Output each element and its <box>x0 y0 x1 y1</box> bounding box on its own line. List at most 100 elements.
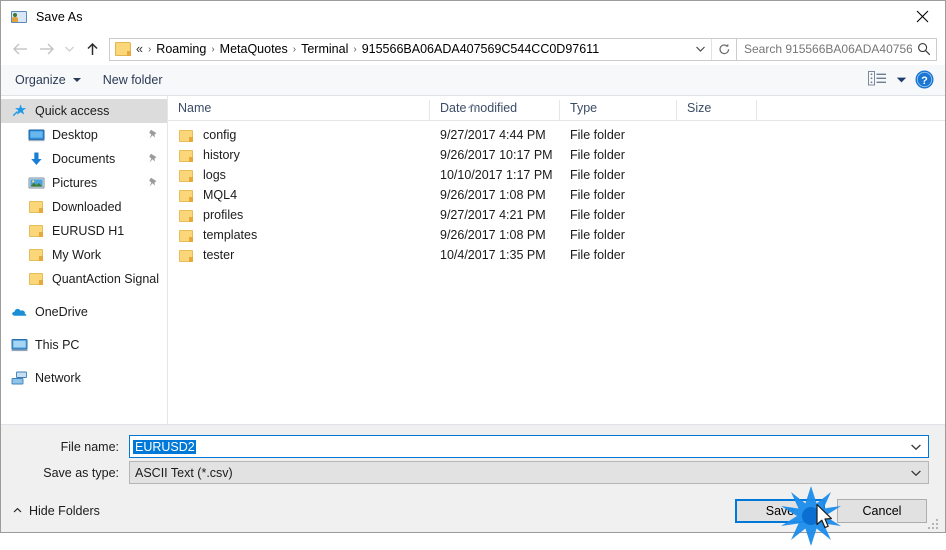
sidebar-item-label: This PC <box>35 338 80 352</box>
table-row[interactable]: tester 10/4/2017 1:35 PM File folder <box>168 245 945 265</box>
file-name-text: history <box>203 148 240 162</box>
file-name-cell: MQL4 <box>168 188 430 202</box>
file-name-chevron-down-icon[interactable] <box>904 443 928 451</box>
file-type-cell: File folder <box>570 188 625 202</box>
search-box[interactable]: Search 915566BA06ADA40756... <box>737 37 937 61</box>
file-type-cell: File folder <box>570 248 625 262</box>
folder-icon <box>178 148 194 162</box>
file-name-text: templates <box>203 228 258 242</box>
breadcrumb-item-roaming[interactable]: Roaming <box>153 42 209 56</box>
chevron-up-icon <box>13 507 22 514</box>
breadcrumb-overflow[interactable]: « <box>134 42 146 56</box>
file-name-cell: tester <box>168 248 430 262</box>
sidebar-item-label: EURUSD H1 <box>52 224 125 238</box>
file-name-cell: logs <box>168 168 430 182</box>
file-name-cell: history <box>168 148 430 162</box>
file-date-cell: 9/26/2017 1:08 PM <box>440 188 546 202</box>
save-button[interactable]: Save <box>735 498 825 523</box>
save-as-icon <box>11 9 27 25</box>
breadcrumb: « › Roaming › MetaQuotes › Terminal › 91… <box>134 42 689 56</box>
navigation-bar: « › Roaming › MetaQuotes › Terminal › 91… <box>1 33 945 65</box>
cancel-button[interactable]: Cancel <box>837 498 927 523</box>
folder-icon <box>178 228 194 242</box>
sidebar-item-my-work[interactable]: My Work <box>1 243 167 267</box>
sidebar-item-quantaction-signal[interactable]: QuantAction Signal <box>1 267 167 291</box>
save-as-type-select[interactable]: ASCII Text (*.csv) <box>129 461 929 484</box>
new-folder-button[interactable]: New folder <box>103 73 163 87</box>
sidebar-item-documents[interactable]: Documents <box>1 147 167 171</box>
table-row[interactable]: MQL4 9/26/2017 1:08 PM File folder <box>168 185 945 205</box>
hide-folders-button[interactable]: Hide Folders <box>13 504 100 518</box>
search-input[interactable]: Search 915566BA06ADA40756... <box>737 42 912 56</box>
table-row[interactable]: templates 9/26/2017 1:08 PM File folder <box>168 225 945 245</box>
folder-icon <box>178 208 194 222</box>
save-form: File name: EURUSD2 Save as type: ASCII T… <box>1 425 945 489</box>
file-date-cell: 9/27/2017 4:21 PM <box>440 208 546 222</box>
sidebar-item-onedrive[interactable]: OneDrive <box>1 300 167 324</box>
sidebar-item-eurusd-h1[interactable]: EURUSD H1 <box>1 219 167 243</box>
breadcrumb-separator: › <box>147 43 152 55</box>
breadcrumb-item-terminal-id[interactable]: 915566BA06ADA407569C544CC0D97611 <box>359 42 602 56</box>
table-row[interactable]: history 9/26/2017 10:17 PM File folder <box>168 145 945 165</box>
column-header-type[interactable]: Type <box>560 100 677 120</box>
title-bar: Save As <box>1 1 945 33</box>
recent-locations-chevron-down-icon[interactable] <box>59 36 79 62</box>
breadcrumb-item-metaquotes[interactable]: MetaQuotes <box>217 42 291 56</box>
file-name-input[interactable]: EURUSD2 <box>129 435 929 458</box>
resize-grip-icon[interactable] <box>928 516 941 529</box>
help-icon[interactable]: ? <box>915 70 935 90</box>
close-icon[interactable] <box>899 1 945 32</box>
file-date-cell: 9/26/2017 10:17 PM <box>440 148 553 162</box>
file-name-text: MQL4 <box>203 188 238 202</box>
save-as-type-chevron-down-icon[interactable] <box>904 469 928 477</box>
file-name-text: tester <box>203 248 235 262</box>
sidebar-item-label: Documents <box>52 152 116 166</box>
file-date-cell: 9/26/2017 1:08 PM <box>440 228 546 242</box>
folder-icon <box>178 188 194 202</box>
sidebar-item-quick-access[interactable]: Quick access <box>1 99 167 123</box>
sidebar-item-label: Desktop <box>52 128 98 142</box>
refresh-icon[interactable] <box>711 38 736 60</box>
save-as-type-row: Save as type: ASCII Text (*.csv) <box>17 461 929 484</box>
sidebar-item-network[interactable]: Network <box>1 366 167 390</box>
view-list-icon <box>868 71 887 89</box>
pin-icon <box>148 177 158 191</box>
column-headers: Name Date modified Type Size <box>168 96 945 121</box>
file-name-row: File name: EURUSD2 <box>17 435 929 458</box>
sidebar-item-this-pc[interactable]: This PC <box>1 333 167 357</box>
address-chevron-down-icon[interactable] <box>689 39 711 60</box>
hide-folders-label: Hide Folders <box>29 503 100 518</box>
file-name-value: EURUSD2 <box>133 439 196 454</box>
search-icon <box>912 42 936 56</box>
breadcrumb-separator: › <box>353 43 357 55</box>
dialog-body: Quick access Desktop Documents Pictures … <box>1 96 945 425</box>
sidebar-item-downloaded[interactable]: Downloaded <box>1 195 167 219</box>
file-date-cell: 9/27/2017 4:44 PM <box>440 128 546 142</box>
sidebar-item-pictures[interactable]: Pictures <box>1 171 167 195</box>
forward-arrow-icon[interactable] <box>33 36 59 62</box>
sidebar-item-label: Network <box>35 371 81 385</box>
sidebar-item-desktop[interactable]: Desktop <box>1 123 167 147</box>
sidebar-item-label: Pictures <box>52 176 98 190</box>
sidebar-item-label: Downloaded <box>52 200 122 214</box>
table-row[interactable]: config 9/27/2017 4:44 PM File folder <box>168 125 945 145</box>
change-view-button[interactable] <box>868 71 907 89</box>
sidebar-item-label: Quick access <box>35 104 110 118</box>
breadcrumb-item-terminal[interactable]: Terminal <box>298 42 351 56</box>
file-list-pane: Name Date modified Type Size config 9/27… <box>168 96 945 424</box>
svg-text:?: ? <box>921 75 928 87</box>
up-arrow-icon[interactable] <box>79 36 105 62</box>
organize-label: Organize <box>15 73 66 87</box>
folder-icon <box>28 271 45 287</box>
organize-button[interactable]: Organize <box>15 73 81 87</box>
table-row[interactable]: profiles 9/27/2017 4:21 PM File folder <box>168 205 945 225</box>
pictures-icon <box>28 175 45 191</box>
navigation-pane: Quick access Desktop Documents Pictures … <box>1 96 168 424</box>
table-row[interactable]: logs 10/10/2017 1:17 PM File folder <box>168 165 945 185</box>
column-header-size[interactable]: Size <box>677 100 757 120</box>
file-type-cell: File folder <box>570 208 625 222</box>
back-arrow-icon[interactable] <box>7 36 33 62</box>
address-bar[interactable]: « › Roaming › MetaQuotes › Terminal › 91… <box>109 37 737 61</box>
column-header-name[interactable]: Name <box>168 100 430 120</box>
column-header-date-modified[interactable]: Date modified <box>430 100 560 120</box>
